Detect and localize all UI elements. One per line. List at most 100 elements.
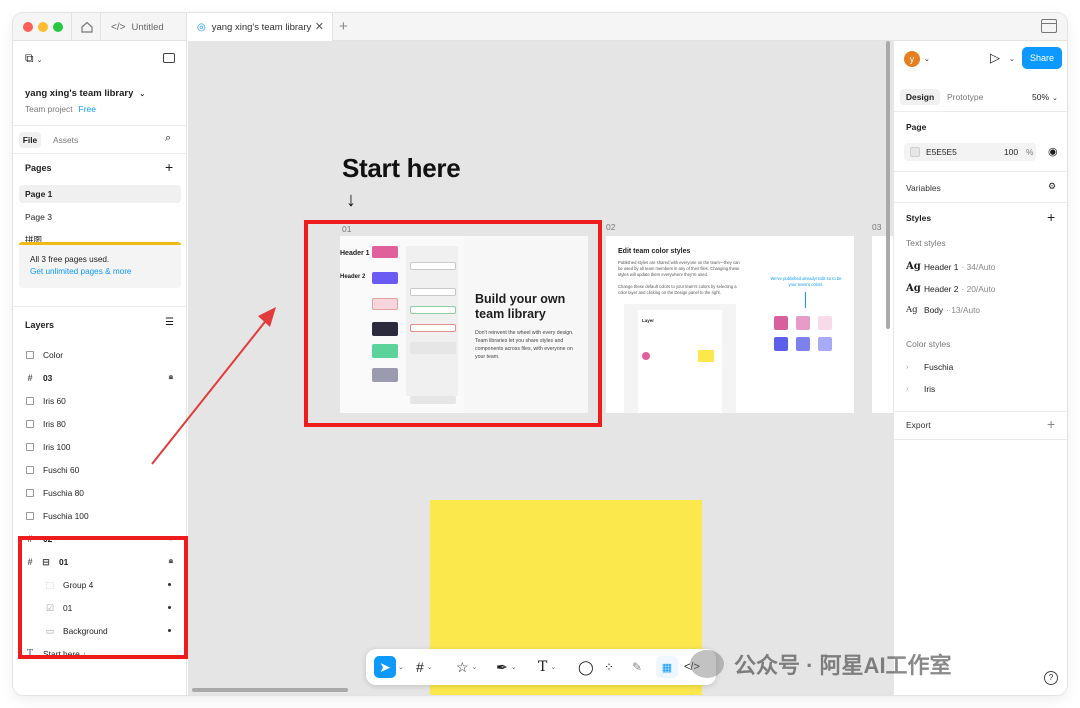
zoom-window-button[interactable] (53, 22, 63, 32)
visibility-dot[interactable] (168, 629, 171, 632)
team-name-label: yang xing's team library (25, 88, 134, 99)
pen-tool-button[interactable]: ✒︎ ⌄ (496, 656, 517, 678)
text-style-item[interactable]: Ag Header 2 · 20/Auto (906, 283, 995, 294)
tab-design[interactable]: Design (900, 89, 940, 105)
canvas[interactable]: Start here ↓ 01 02 03 Header 1 Header 2 (188, 41, 893, 695)
team-name[interactable]: yang xing's team library ⌄ (25, 88, 145, 99)
move-tool-button[interactable]: ➤ (374, 656, 396, 678)
layer-item[interactable]: Iris 100 (23, 437, 181, 457)
lock-icon[interactable]: 🔒︎ (169, 556, 173, 566)
comment-tool-button[interactable]: ◯ (578, 656, 594, 678)
layer-item[interactable]: Iris 80 (23, 414, 181, 434)
layer-item[interactable]: Color (23, 345, 181, 365)
layer-item[interactable]: Fuschia 100 (23, 506, 181, 526)
project-line: Team project Free (25, 104, 96, 114)
frame-01[interactable]: Header 1 Header 2 Build your own team li… (340, 236, 588, 413)
zoom-select[interactable]: 50% ⌄ (1032, 92, 1058, 102)
tab-file[interactable]: File (19, 132, 41, 148)
home-button[interactable] (71, 13, 101, 41)
divider (894, 439, 1067, 440)
help-icon[interactable]: ? (1044, 671, 1058, 685)
page-item-1[interactable]: Page 1 (19, 185, 181, 203)
close-window-button[interactable] (23, 22, 33, 32)
draw-mode-button[interactable]: ✎ (632, 656, 642, 678)
divider (894, 411, 1067, 412)
layer-item[interactable]: #03 🔒︎ (23, 368, 181, 388)
eye-icon[interactable]: ◉ (1048, 145, 1058, 158)
minimize-window-button[interactable] (38, 22, 48, 32)
variables-title[interactable]: Variables (906, 183, 941, 193)
layer-item[interactable]: # ⊟ 01 🔒︎ (23, 552, 181, 572)
chevron-down-icon: ⌄ (398, 664, 404, 671)
color-swatch[interactable] (910, 147, 920, 157)
frame-01-heading: Build your own team library (475, 292, 566, 321)
layer-item[interactable]: Fuschia 80 (23, 483, 181, 503)
share-button[interactable]: Share (1022, 47, 1062, 69)
fuschia-swatch (774, 316, 788, 330)
layer-label: Iris 100 (43, 442, 71, 452)
iris-swatch (774, 337, 788, 351)
plan-badge[interactable]: Free (79, 104, 96, 114)
color-dot (642, 352, 650, 360)
iris-swatch (818, 337, 832, 351)
page-item-3[interactable]: Page 3 (19, 208, 181, 226)
color-style-group[interactable]: › Iris (906, 384, 935, 394)
add-page-icon[interactable]: + (165, 159, 173, 175)
text-styles-title: Text styles (906, 238, 946, 248)
window-layout-icon[interactable] (1041, 19, 1057, 33)
upgrade-link[interactable]: Get unlimited pages & more (30, 266, 181, 278)
add-style-icon[interactable]: + (1047, 209, 1055, 225)
visibility-dot[interactable] (168, 583, 171, 586)
section-icon (26, 512, 34, 520)
actions-button[interactable]: ⁘ (604, 656, 614, 678)
main-menu-button[interactable]: ⧉ ⌄ (25, 51, 42, 66)
tab-prototype[interactable]: Prototype (947, 92, 983, 102)
start-here-title[interactable]: Start here (342, 153, 461, 184)
add-export-icon[interactable]: + (1047, 416, 1055, 432)
search-icon[interactable]: ⌕ (165, 132, 171, 145)
page-color-value[interactable]: E5E5E5 (926, 147, 957, 157)
text-style-item[interactable]: Ag Header 1 · 34/Auto (906, 261, 995, 272)
layer-item[interactable]: ⬚ Group 4 (43, 575, 181, 595)
page-color-field[interactable]: E5E5E5 100 % (904, 143, 1036, 161)
frame-tool-button[interactable]: # ⌄ (416, 656, 433, 678)
new-tab-button[interactable]: + (339, 18, 348, 35)
tab-untitled[interactable]: </> Untitled (101, 13, 187, 41)
tab-team-library[interactable]: ◎ yang xing's team library ✕ (187, 13, 333, 41)
layers-menu-icon[interactable]: ☰ (165, 317, 174, 328)
frame-02[interactable]: Edit team color styles Published styles … (606, 236, 854, 413)
layer-item[interactable]: T Start here ↓ (23, 644, 181, 664)
divider (13, 125, 187, 126)
close-tab-icon[interactable]: ✕ (315, 20, 324, 33)
layer-item[interactable]: ▭ Background (43, 621, 181, 641)
lock-icon[interactable]: 🔒︎ (169, 372, 173, 382)
visibility-dot[interactable] (168, 606, 171, 609)
page-opacity-value[interactable]: 100 (1004, 147, 1018, 157)
header-sample: Header 2 (340, 274, 366, 280)
avatar[interactable]: y (904, 51, 920, 67)
lock-icon[interactable]: 🔒︎ (169, 533, 173, 543)
frame-label-03[interactable]: 03 (872, 222, 881, 232)
text-tool-button[interactable]: T ⌄ (538, 656, 556, 678)
layer-item[interactable]: #02 🔒︎ (23, 529, 181, 549)
shape-tool-button[interactable]: ☆ ⌄ (456, 656, 477, 678)
watermark: 公众号 · 阿星AI工作室 (690, 648, 952, 680)
chevron-down-icon[interactable]: ⌄ (924, 55, 930, 63)
color-style-group[interactable]: › Fuschia (906, 362, 953, 372)
layer-item[interactable]: ☑ 01 (43, 598, 181, 618)
variables-icon[interactable]: ⚙︎ (1048, 181, 1056, 192)
frame-label-02[interactable]: 02 (606, 222, 615, 232)
move-tool-menu[interactable]: ⌄ (398, 656, 404, 678)
tab-assets[interactable]: Assets (53, 135, 78, 145)
text-style-item[interactable]: Ag Body · 13/Auto (906, 305, 980, 315)
chevron-down-icon[interactable]: ⌄ (1009, 55, 1015, 63)
layer-item[interactable]: Fuschi 60 (23, 460, 181, 480)
design-mode-button[interactable]: ▦ (656, 656, 678, 678)
present-play-icon[interactable]: ▷ (990, 50, 1000, 66)
frame-label-01[interactable]: 01 (342, 224, 351, 234)
layer-item[interactable]: Iris 60 (23, 391, 181, 411)
horizontal-scrollbar[interactable] (192, 688, 348, 692)
vertical-scrollbar[interactable] (886, 41, 890, 329)
sidebar-toggle-icon[interactable] (163, 53, 175, 63)
input-preview (410, 324, 456, 332)
